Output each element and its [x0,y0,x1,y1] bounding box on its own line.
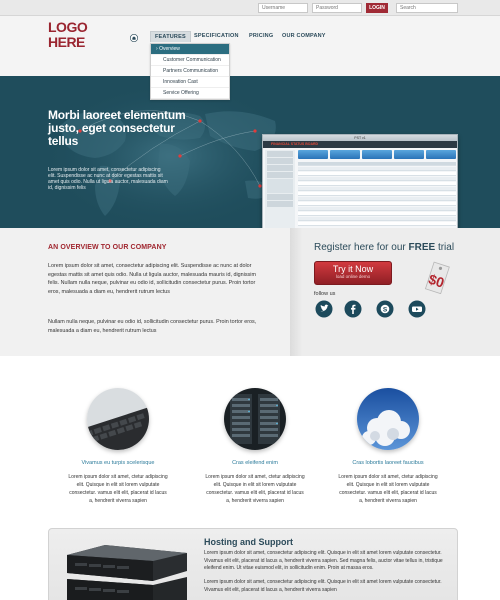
hero-text: Lorem ipsum dolor sit amet, consectetur … [48,167,168,191]
hero-title: Morbi laoreet elementum justo, eget cons… [48,108,186,148]
overview-paragraph-1: Lorem ipsum dolor sit amet, consectetur … [48,263,256,295]
home-icon[interactable] [130,34,138,42]
dropdown-item-overview[interactable]: › Overview [151,44,229,55]
dashboard-main [298,150,456,228]
follow-us-label: follow us [314,291,336,297]
register-title-prefix: Register here for our [314,242,409,253]
password-input[interactable] [312,3,362,13]
dashboard-header: FINANCIAL STATUS BOARD [263,141,457,148]
site-header: LOGO HERE FEATURES SPECIFICATION PRICING… [0,16,500,76]
world-map-graphic [40,86,290,226]
twitter-icon[interactable] [315,300,333,318]
feature-text: Lorem ipsum dolor sit amet, ctetur adipi… [205,474,305,504]
svg-text:S: S [383,306,388,313]
feature-card: Cras eleifend enim Lorem ipsum dolor sit… [205,388,305,505]
login-button[interactable]: LOGIN [366,3,388,13]
feature-image-keyboard [87,388,149,450]
nav-specification[interactable]: SPECIFICATION [194,33,239,39]
overview-section: AN OVERVIEW TO OUR COMPANY Lorem ipsum d… [0,228,500,356]
youtube-icon[interactable] [408,300,426,318]
feature-card: Vivamus eu turpis scelerisque Lorem ipsu… [68,388,168,505]
hero-banner: Morbi laoreet elementum justo, eget cons… [0,76,500,228]
logo-line-1: LOGO [48,19,88,35]
facebook-icon[interactable] [344,300,362,318]
overview-title: AN OVERVIEW TO OUR COMPANY [48,244,167,251]
search-input[interactable] [396,3,458,13]
logo[interactable]: LOGO HERE [48,19,88,50]
try-button-sublabel: load online demo [335,274,371,279]
feature-card: Cras lobortis laoreet faucibus Lorem ips… [338,388,438,505]
try-button-label: Try it Now [332,264,374,274]
username-input[interactable] [258,3,308,13]
hosting-title: Hosting and Support [204,537,293,547]
register-title: Register here for our FREE trial [314,242,454,253]
feature-image-server-rack [224,388,286,450]
hosting-paragraph-1: Lorem ipsum dolor sit amet, consectetur … [204,550,443,571]
register-panel: Register here for our FREE trial Try it … [290,228,500,356]
register-title-free: FREE [408,242,436,253]
try-it-now-button[interactable]: Try it Now load online demo [314,261,392,285]
hosting-paragraph-2: Lorem ipsum dolor sit amet, consectetur … [204,579,442,593]
nav-our-company[interactable]: OUR COMPANY [282,33,326,39]
dashboard-sidebar [265,150,295,228]
nav-pricing[interactable]: PRICING [249,33,273,39]
dropdown-item-label: Overview [159,46,180,52]
feature-title: Cras eleifend enim [232,460,278,466]
dropdown-item-innovation-cast[interactable]: Innovation Cast [151,77,229,88]
feature-title: Cras lobortis laoreet faucibus [352,460,424,466]
feature-title: Vivamus eu turpis scelerisque [81,460,155,466]
feature-image-sky-clouds [357,388,419,450]
overview-paragraph-2: Nullam nulla neque, pulvinar eu odio id,… [48,319,257,334]
dropdown-item-service-offering[interactable]: Service Offering [151,88,229,99]
dashboard-screenshot: PST v1 FINANCIAL STATUS BOARD [262,134,458,228]
nav-features[interactable]: FEATURES [150,31,191,42]
features-dropdown: › Overview Customer Communication Partne… [150,43,230,100]
hosting-support-section: Hosting and Support Lorem ipsum dolor si… [48,528,458,600]
logo-line-2: HERE [48,34,85,50]
register-title-suffix: trial [435,242,455,253]
dropdown-item-customer-communication[interactable]: Customer Communication [151,55,229,66]
features-section: Vivamus eu turpis scelerisque Lorem ipsu… [0,356,500,530]
top-login-bar: LOGIN [0,0,500,16]
feature-text: Lorem ipsum dolor sit amet, ctetur adipi… [338,474,438,504]
skype-icon[interactable]: S [376,300,394,318]
dropdown-item-partners-communication[interactable]: Partners Communication [151,66,229,77]
server-stack-image [67,545,187,600]
feature-text: Lorem ipsum dolor sit amet, ctetur adipi… [68,474,168,504]
price-tag-icon: $0 [424,261,450,294]
